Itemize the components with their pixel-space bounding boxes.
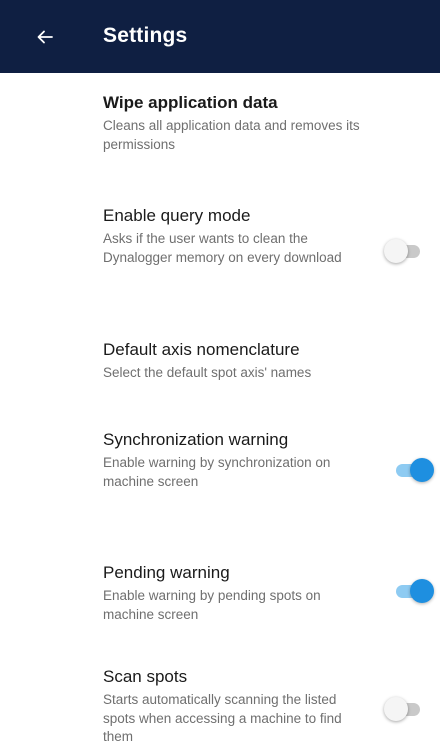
setting-title: Default axis nomenclature bbox=[103, 340, 300, 359]
switch-thumb bbox=[410, 458, 434, 482]
switch-thumb bbox=[410, 579, 434, 603]
scan-spots-switch[interactable] bbox=[384, 697, 424, 723]
setting-description: Enable warning by pending spots on machi… bbox=[103, 588, 321, 622]
setting-description: Cleans all application data and removes … bbox=[103, 118, 360, 152]
setting-title: Synchronization warning bbox=[103, 430, 289, 449]
setting-title: Scan spots bbox=[103, 667, 188, 686]
arrow-left-icon bbox=[37, 30, 53, 44]
setting-description: Select the default spot axis' names bbox=[103, 365, 312, 380]
setting-title: Enable query mode bbox=[103, 206, 251, 225]
setting-synchronization-warning[interactable]: Synchronization warning Enable warning b… bbox=[0, 430, 440, 520]
setting-pending-warning[interactable]: Pending warning Enable warning by pendin… bbox=[0, 563, 440, 623]
synchronization-warning-switch[interactable] bbox=[396, 458, 434, 484]
app-bar: Settings bbox=[0, 0, 440, 73]
back-button[interactable] bbox=[30, 22, 60, 52]
settings-list: Wipe application data Cleans all applica… bbox=[0, 73, 440, 753]
setting-description: Enable warning by synchronization on mac… bbox=[103, 455, 331, 489]
query-mode-switch[interactable] bbox=[384, 239, 424, 265]
setting-enable-query-mode[interactable]: Enable query mode Asks if the user wants… bbox=[0, 206, 440, 296]
setting-scan-spots[interactable]: Scan spots Starts automatically scanning… bbox=[0, 667, 440, 753]
settings-screen: Settings Wipe application data Cleans al… bbox=[0, 0, 440, 753]
setting-description: Starts automatically scanning the listed… bbox=[103, 692, 342, 744]
setting-title: Wipe application data bbox=[103, 93, 278, 112]
setting-wipe-application-data[interactable]: Wipe application data Cleans all applica… bbox=[0, 93, 440, 163]
setting-default-axis-nomenclature[interactable]: Default axis nomenclature Select the def… bbox=[0, 340, 440, 390]
switch-thumb bbox=[384, 239, 408, 263]
setting-title: Pending warning bbox=[103, 563, 230, 582]
setting-description: Asks if the user wants to clean the Dyna… bbox=[103, 231, 342, 265]
switch-thumb bbox=[384, 697, 408, 721]
pending-warning-switch[interactable] bbox=[396, 579, 434, 605]
page-title: Settings bbox=[103, 24, 188, 47]
